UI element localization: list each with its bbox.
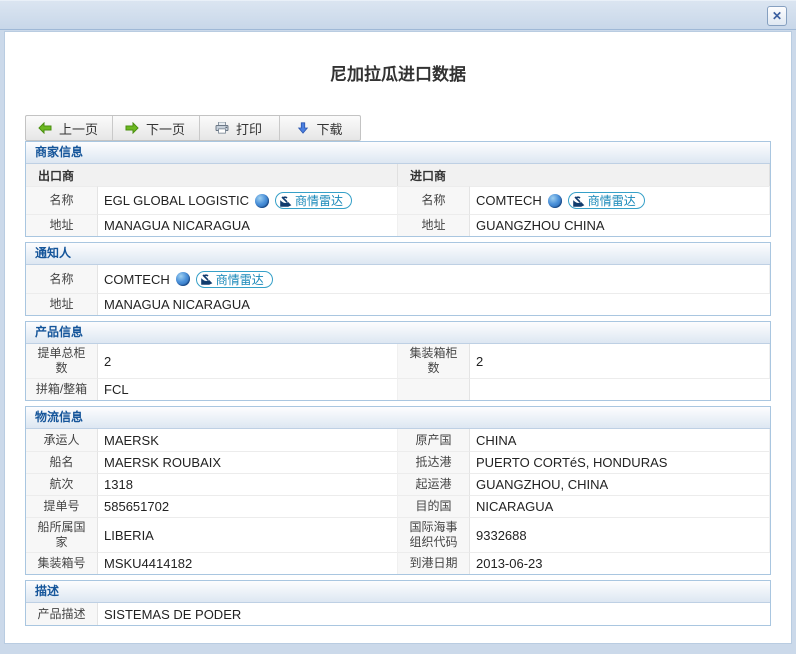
section-description: 描述 产品描述 SISTEMAS DE PODER bbox=[25, 580, 771, 626]
page-title: 尼加拉瓜进口数据 bbox=[5, 60, 791, 85]
section-description-title: 描述 bbox=[26, 581, 770, 603]
exporter-header: 出口商 bbox=[26, 164, 398, 186]
field-label: 船名 bbox=[26, 451, 98, 473]
product-description-label: 产品描述 bbox=[26, 603, 98, 625]
field-label: 起运港 bbox=[398, 473, 470, 495]
exporter-name: EGL GLOBAL LOGISTIC bbox=[104, 193, 249, 208]
prev-page-button[interactable]: 上一页 bbox=[26, 116, 113, 140]
printer-icon bbox=[215, 122, 229, 134]
dialog-titlebar: ✕ bbox=[0, 0, 796, 30]
field-value: 2 bbox=[470, 344, 770, 378]
notify-address-label: 地址 bbox=[26, 293, 98, 315]
download-button[interactable]: 下载 bbox=[280, 116, 360, 140]
field-value: 2 bbox=[98, 344, 398, 378]
field-value: FCL bbox=[98, 378, 398, 400]
field-label: 提单总柜数 bbox=[26, 344, 98, 378]
prev-page-label: 上一页 bbox=[59, 119, 98, 138]
section-merchant-title: 商家信息 bbox=[26, 142, 770, 164]
exporter-address: MANAGUA NICARAGUA bbox=[98, 214, 398, 236]
download-icon bbox=[296, 122, 310, 134]
field-value: GUANGZHOU, CHINA bbox=[470, 473, 770, 495]
notify-name-label: 名称 bbox=[26, 265, 98, 293]
field-value: 585651702 bbox=[98, 495, 398, 517]
exporter-address-label: 地址 bbox=[26, 214, 98, 236]
field-value: NICARAGUA bbox=[470, 495, 770, 517]
radar-dish-icon bbox=[280, 195, 292, 207]
exporter-name-label: 名称 bbox=[26, 186, 98, 214]
field-label: 国际海事组织代码 bbox=[398, 517, 470, 552]
globe-icon[interactable] bbox=[548, 194, 562, 208]
field-value: MAERSK bbox=[98, 429, 398, 451]
toolbar: 上一页 下一页 打印 下载 bbox=[25, 115, 361, 141]
next-page-button[interactable]: 下一页 bbox=[113, 116, 200, 140]
importer-name-cell: COMTECH 商情雷达 bbox=[470, 186, 770, 214]
field-label: 到港日期 bbox=[398, 552, 470, 574]
importer-address: GUANGZHOU CHINA bbox=[470, 214, 770, 236]
close-button[interactable]: ✕ bbox=[767, 6, 787, 26]
exporter-name-cell: EGL GLOBAL LOGISTIC 商情雷达 bbox=[98, 186, 398, 214]
radar-dish-icon bbox=[573, 195, 585, 207]
globe-icon[interactable] bbox=[176, 272, 190, 286]
section-product-info: 产品信息 提单总柜数 2 集装箱柜数 2 拼箱/整箱 FCL bbox=[25, 321, 771, 401]
field-label bbox=[398, 378, 470, 400]
radar-label: 商情雷达 bbox=[295, 192, 343, 209]
field-label: 目的国 bbox=[398, 495, 470, 517]
field-label: 航次 bbox=[26, 473, 98, 495]
product-description-value: SISTEMAS DE PODER bbox=[98, 603, 770, 625]
field-label: 抵达港 bbox=[398, 451, 470, 473]
field-value bbox=[470, 378, 770, 400]
field-label: 拼箱/整箱 bbox=[26, 378, 98, 400]
field-value: MAERSK ROUBAIX bbox=[98, 451, 398, 473]
importer-header: 进口商 bbox=[398, 164, 770, 186]
field-label: 提单号 bbox=[26, 495, 98, 517]
dialog-content: 尼加拉瓜进口数据 上一页 下一页 打印 下载 商家信息 出口商 bbox=[4, 31, 792, 644]
download-label: 下载 bbox=[317, 119, 343, 138]
field-label: 船所属国家 bbox=[26, 517, 98, 552]
section-logistics-info: 物流信息 承运人 MAERSK 原产国 CHINA 船名 MAERSK ROUB… bbox=[25, 406, 771, 575]
radar-link[interactable]: 商情雷达 bbox=[275, 192, 352, 209]
notify-address: MANAGUA NICARAGUA bbox=[98, 293, 770, 315]
print-label: 打印 bbox=[236, 119, 262, 138]
notify-name-cell: COMTECH 商情雷达 bbox=[98, 265, 770, 293]
arrow-left-icon bbox=[38, 122, 52, 134]
section-notify-title: 通知人 bbox=[26, 243, 770, 265]
importer-name-label: 名称 bbox=[398, 186, 470, 214]
importer-name: COMTECH bbox=[476, 193, 542, 208]
section-product-title: 产品信息 bbox=[26, 322, 770, 344]
field-value: 9332688 bbox=[470, 517, 770, 552]
importer-address-label: 地址 bbox=[398, 214, 470, 236]
radar-label: 商情雷达 bbox=[216, 271, 264, 288]
next-page-label: 下一页 bbox=[146, 119, 185, 138]
field-value: CHINA bbox=[470, 429, 770, 451]
radar-link[interactable]: 商情雷达 bbox=[568, 192, 645, 209]
notify-name: COMTECH bbox=[104, 272, 170, 287]
globe-icon[interactable] bbox=[255, 194, 269, 208]
field-label: 集装箱柜数 bbox=[398, 344, 470, 378]
radar-dish-icon bbox=[201, 273, 213, 285]
field-label: 承运人 bbox=[26, 429, 98, 451]
field-value: 1318 bbox=[98, 473, 398, 495]
section-logistics-title: 物流信息 bbox=[26, 407, 770, 429]
field-value: PUERTO CORTéS, HONDURAS bbox=[470, 451, 770, 473]
radar-label: 商情雷达 bbox=[588, 192, 636, 209]
field-label: 集装箱号 bbox=[26, 552, 98, 574]
field-label: 原产国 bbox=[398, 429, 470, 451]
section-merchant-info: 商家信息 出口商 进口商 名称 EGL GLOBAL LOGISTIC 商情雷达… bbox=[25, 141, 771, 237]
field-value: 2013-06-23 bbox=[470, 552, 770, 574]
field-value: LIBERIA bbox=[98, 517, 398, 552]
radar-link[interactable]: 商情雷达 bbox=[196, 271, 273, 288]
arrow-right-icon bbox=[125, 122, 139, 134]
field-value: MSKU4414182 bbox=[98, 552, 398, 574]
close-icon: ✕ bbox=[772, 9, 782, 23]
print-button[interactable]: 打印 bbox=[200, 116, 280, 140]
section-notify-party: 通知人 名称 COMTECH 商情雷达 地址 MANAGUA NICARAGUA bbox=[25, 242, 771, 316]
